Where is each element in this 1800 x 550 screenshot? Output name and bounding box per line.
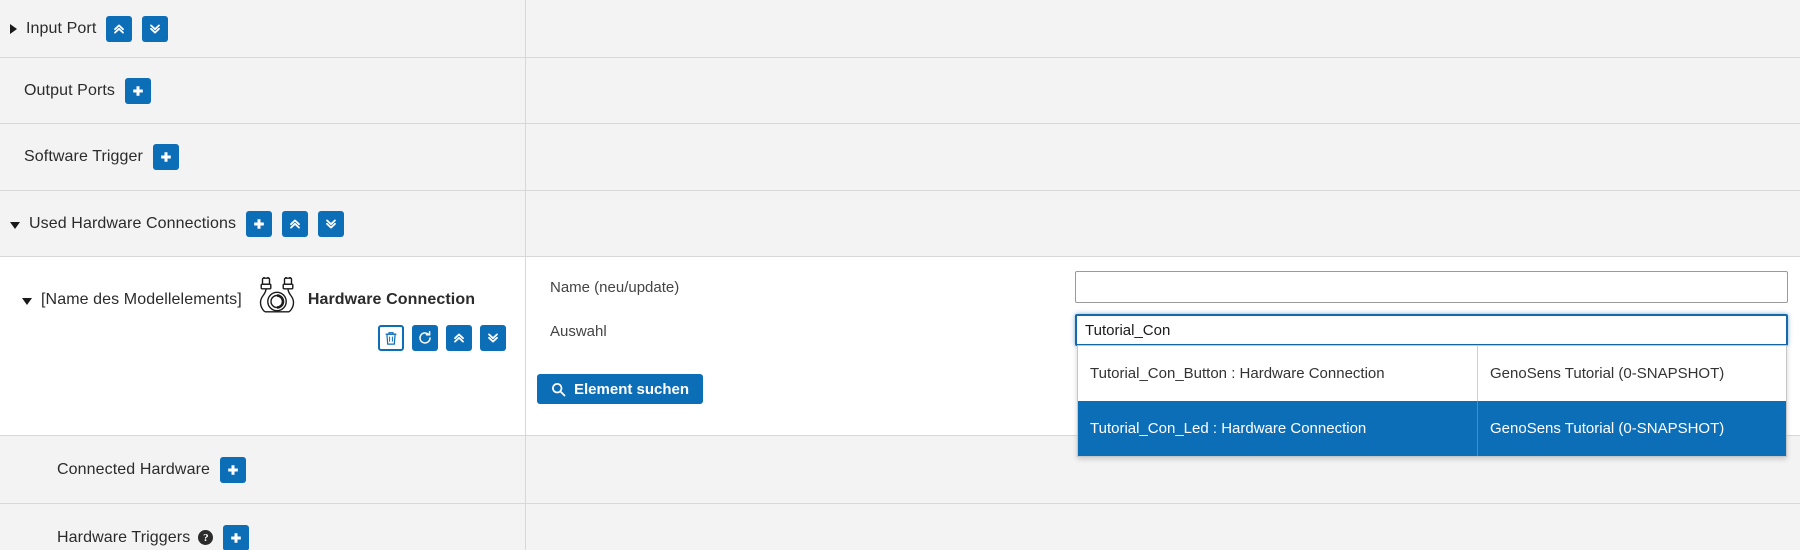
add-button-output-ports[interactable] — [125, 77, 152, 104]
section-left-used-hardware-connections: Used Hardware Connections — [0, 191, 525, 256]
hardware-connection-editor: Input Port Output Ports Software Trigger — [0, 0, 1800, 550]
trash-icon — [385, 331, 397, 345]
model-element-name: [Name des Modellelements] — [41, 290, 242, 308]
expand-all-button-input-port[interactable] — [142, 15, 169, 42]
add-button-hardware-triggers[interactable] — [223, 524, 250, 550]
auswahl-field-label: Auswahl — [550, 323, 607, 340]
reset-button[interactable] — [412, 325, 438, 351]
auswahl-input[interactable] — [1075, 314, 1788, 346]
expand-all-button-hardware-connection[interactable] — [480, 325, 506, 351]
collapse-all-button-used-hardware-connections[interactable] — [282, 210, 309, 237]
plus-icon — [231, 532, 242, 543]
name-input[interactable] — [1075, 271, 1788, 303]
section-left-connected-hardware: Connected Hardware — [0, 436, 525, 503]
section-row-software-trigger: Software Trigger — [0, 124, 1800, 191]
suggestion-project-name: GenoSens Tutorial (0-SNAPSHOT) — [1490, 420, 1725, 437]
expand-all-button-used-hardware-connections[interactable] — [318, 210, 345, 237]
section-left-input-port: Input Port — [0, 0, 525, 57]
double-chevron-down-icon — [326, 219, 336, 228]
section-right-hardware-triggers — [525, 504, 1800, 550]
section-left-output-ports: Output Ports — [0, 58, 525, 123]
section-label-used-hardware-connections: Used Hardware Connections — [29, 214, 237, 232]
expander-collapsed-icon[interactable] — [10, 23, 17, 34]
double-chevron-up-icon — [454, 333, 464, 343]
delete-button[interactable] — [378, 325, 404, 351]
hardware-connection-header: [Name des Modellelements] Hardware Conne… — [22, 276, 476, 322]
section-left-software-trigger: Software Trigger — [0, 124, 525, 190]
suggestion-element-name: Tutorial_Con_Button : Hardware Connectio… — [1078, 346, 1478, 401]
double-chevron-up-icon — [114, 24, 125, 33]
section-label-hardware-triggers: Hardware Triggers — [57, 528, 191, 546]
plus-icon — [161, 152, 171, 162]
hardware-connection-left-pane: [Name des Modellelements] Hardware Conne… — [0, 257, 525, 435]
section-row-output-ports: Output Ports — [0, 58, 1800, 124]
double-chevron-down-icon — [150, 24, 161, 33]
plus-icon — [228, 464, 238, 475]
expander-expanded-icon[interactable] — [22, 298, 32, 305]
add-button-software-trigger[interactable] — [152, 144, 179, 170]
expander-expanded-icon[interactable] — [10, 222, 20, 229]
plus-icon — [133, 85, 143, 96]
section-label-connected-hardware: Connected Hardware — [57, 460, 210, 478]
section-right-output-ports — [525, 58, 1800, 123]
section-left-hardware-triggers: Hardware Triggers ? — [0, 504, 525, 550]
section-row-used-hardware-connections: Used Hardware Connections — [0, 191, 1800, 257]
element-search-button[interactable]: Element suchen — [537, 374, 704, 404]
section-label-output-ports: Output Ports — [24, 81, 116, 99]
hardware-connection-actions — [378, 325, 506, 351]
name-field-label: Name (neu/update) — [550, 279, 680, 296]
section-label-input-port: Input Port — [26, 19, 97, 37]
autocomplete-dropdown: Tutorial_Con_Button : Hardware Connectio… — [1077, 345, 1787, 457]
double-chevron-up-icon — [290, 219, 300, 228]
section-right-software-trigger — [525, 124, 1800, 190]
section-row-hardware-triggers: Hardware Triggers ? — [0, 504, 1800, 550]
collapse-all-button-input-port[interactable] — [106, 15, 133, 42]
search-icon — [551, 382, 566, 396]
help-icon[interactable]: ? — [198, 530, 214, 545]
list-item[interactable]: Tutorial_Con_Led : Hardware Connection G… — [1078, 401, 1786, 456]
add-button-used-hardware-connections[interactable] — [246, 210, 273, 237]
element-search-button-label: Element suchen — [574, 380, 690, 398]
suggestion-project-name: GenoSens Tutorial (0-SNAPSHOT) — [1490, 365, 1725, 382]
collapse-all-button-hardware-connection[interactable] — [446, 325, 472, 351]
double-chevron-down-icon — [488, 333, 498, 343]
hardware-connection-type-label: Hardware Connection — [307, 290, 476, 308]
cable-plug-icon — [256, 276, 298, 322]
add-button-connected-hardware[interactable] — [220, 456, 246, 483]
plus-icon — [254, 218, 264, 229]
section-right-input-port — [525, 0, 1800, 57]
section-right-used-hardware-connections — [525, 191, 1800, 256]
reset-icon — [419, 330, 431, 344]
suggestion-element-name: Tutorial_Con_Led : Hardware Connection — [1078, 401, 1478, 456]
section-row-input-port: Input Port — [0, 0, 1800, 58]
list-item[interactable]: Tutorial_Con_Button : Hardware Connectio… — [1078, 346, 1786, 401]
section-label-software-trigger: Software Trigger — [24, 148, 143, 165]
